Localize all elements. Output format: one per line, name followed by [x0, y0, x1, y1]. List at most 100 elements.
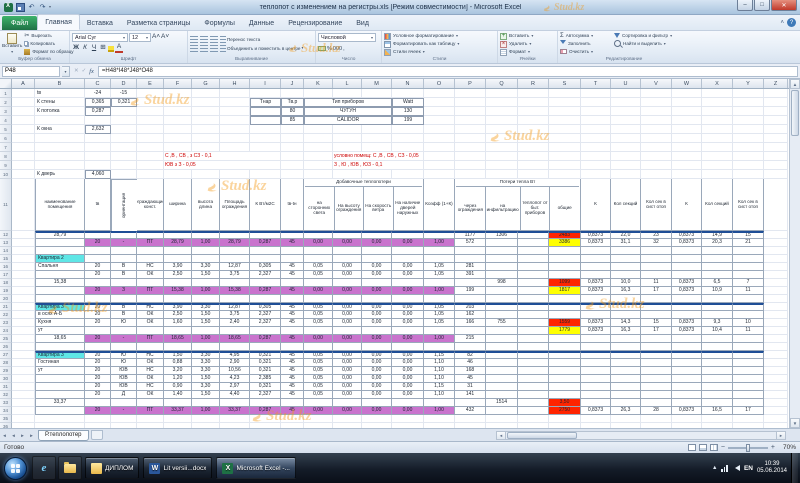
cell-G30[interactable]: 1,50 [192, 375, 220, 383]
cell-E19[interactable]: ПТ [137, 287, 164, 295]
cell-H27[interactable]: 4,95 [220, 351, 250, 359]
cell-A16[interactable] [12, 263, 35, 271]
cell-Y21[interactable] [733, 303, 764, 311]
cell-W8[interactable] [672, 152, 702, 161]
cell-M16[interactable]: 0,00 [362, 263, 392, 271]
cell-I28[interactable]: 0,321 [250, 359, 281, 367]
cell-E3[interactable] [137, 107, 164, 116]
cell-F29[interactable]: 3,20 [164, 367, 192, 375]
cell-H20[interactable] [220, 295, 250, 303]
align-bottom-icon[interactable] [210, 36, 218, 43]
cell-F25[interactable]: 18,65 [164, 335, 192, 343]
cell-Y2[interactable] [733, 98, 764, 107]
cell-T25[interactable] [581, 335, 611, 343]
cell-F30[interactable]: 1,20 [164, 375, 192, 383]
cell-L16[interactable]: 0,00 [333, 263, 362, 271]
cell-T28[interactable] [581, 359, 611, 367]
cell-T18[interactable]: 0,8373 [581, 279, 611, 287]
cell-R31[interactable] [518, 383, 549, 391]
cell-M24[interactable] [362, 327, 392, 335]
cell-W14[interactable] [672, 247, 702, 255]
cell-L6[interactable] [333, 134, 362, 143]
cell-O14[interactable] [424, 247, 455, 255]
cell-J22[interactable]: 45 [281, 311, 304, 319]
cell-Y8[interactable] [733, 152, 764, 161]
cell-Z10[interactable] [764, 170, 788, 179]
cell-X35[interactable] [702, 415, 733, 423]
cell-Z15[interactable] [764, 255, 788, 263]
scroll-up-icon[interactable]: ▲ [790, 79, 800, 89]
cell-R23[interactable] [518, 319, 549, 327]
cell-W33[interactable] [672, 399, 702, 407]
cell-G7[interactable] [192, 143, 220, 152]
column-header-Z[interactable]: Z [764, 79, 788, 88]
cell-B33[interactable]: 33,37 [35, 399, 85, 407]
cell-B17[interactable] [35, 271, 85, 279]
cell-A5[interactable] [12, 125, 35, 134]
cell-A11[interactable] [12, 179, 35, 231]
cell-H12[interactable] [220, 231, 250, 239]
cell-E5[interactable] [137, 125, 164, 134]
cell-S35[interactable] [549, 415, 581, 423]
cell-M21[interactable]: 0,00 [362, 303, 392, 311]
cell-P4[interactable] [455, 116, 486, 125]
cell-E16[interactable]: НС [137, 263, 164, 271]
cell-G10[interactable] [192, 170, 220, 179]
cell-Q3[interactable] [486, 107, 518, 116]
cell-U29[interactable] [611, 367, 641, 375]
cell-E7[interactable] [137, 143, 164, 152]
cell-Y28[interactable] [733, 359, 764, 367]
cell-S25[interactable] [549, 335, 581, 343]
redo-button[interactable]: ↷ [38, 3, 47, 12]
cell-K11[interactable]: Добавочные теплопотерина сторонних света… [304, 179, 424, 231]
cell-Z17[interactable] [764, 271, 788, 279]
cell-S28[interactable] [549, 359, 581, 367]
cell-A33[interactable] [12, 399, 35, 407]
cell-G15[interactable] [192, 255, 220, 263]
cell-F17[interactable]: 2,50 [164, 271, 192, 279]
cell-X34[interactable]: 16,5 [702, 407, 733, 415]
cell-E2[interactable] [137, 98, 164, 107]
cell-Z13[interactable] [764, 239, 788, 247]
cell-R27[interactable] [518, 351, 549, 359]
cell-U3[interactable] [611, 107, 641, 116]
cell-W22[interactable] [672, 311, 702, 319]
insert-sheet-tab[interactable] [91, 430, 103, 440]
cell-E1[interactable] [137, 89, 164, 98]
cell-Y6[interactable] [733, 134, 764, 143]
taskbar-button-folder[interactable]: ДИПЛОМ [85, 457, 139, 479]
cell-U2[interactable] [611, 98, 641, 107]
cell-P6[interactable] [455, 134, 486, 143]
cell-L28[interactable]: 0,00 [333, 359, 362, 367]
cell-B3[interactable]: К потолка [35, 107, 85, 116]
cell-E24[interactable] [137, 327, 164, 335]
cell-I17[interactable]: 2,327 [250, 271, 281, 279]
cell-S4[interactable] [549, 116, 581, 125]
cell-W4[interactable] [672, 116, 702, 125]
cell-E30[interactable]: ОК [137, 375, 164, 383]
save-icon[interactable] [16, 3, 25, 12]
cell-O26[interactable] [424, 343, 455, 351]
cell-R18[interactable] [518, 279, 549, 287]
cell-I4[interactable] [250, 116, 281, 125]
cell-N31[interactable]: 0,00 [392, 383, 424, 391]
cell-V18[interactable]: 11 [641, 279, 672, 287]
cell-P28[interactable]: 46 [455, 359, 486, 367]
cell-S31[interactable] [549, 383, 581, 391]
cell-J12[interactable] [281, 231, 304, 239]
percent-style-button[interactable]: % [327, 46, 332, 52]
volume-icon[interactable] [732, 465, 740, 471]
cell-U24[interactable]: 16,3 [611, 327, 641, 335]
cell-J25[interactable]: 45 [281, 335, 304, 343]
cell-C21[interactable]: 20 [85, 303, 111, 311]
cell-Q8[interactable] [486, 152, 518, 161]
cell-O29[interactable]: 1,10 [424, 367, 455, 375]
cell-A24[interactable] [12, 327, 35, 335]
cell-F3[interactable] [164, 107, 192, 116]
cell-Q24[interactable] [486, 327, 518, 335]
cell-E21[interactable]: НС [137, 303, 164, 311]
cell-V5[interactable] [641, 125, 672, 134]
cell-N4[interactable]: 199 [392, 116, 424, 125]
cell-Y32[interactable] [733, 391, 764, 399]
cell-M18[interactable] [362, 279, 392, 287]
